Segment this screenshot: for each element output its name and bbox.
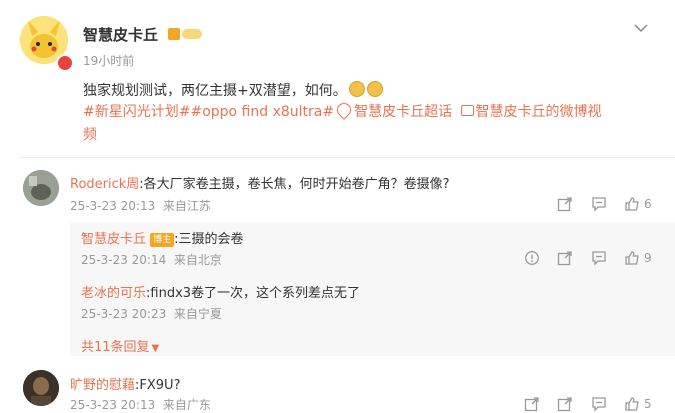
post-tags: #新星闪光计划##oppo find x8ultra# 智慧皮卡丘超话 智慧皮卡丘… [83, 100, 663, 147]
superchat-link[interactable]: 智慧皮卡丘超话 [354, 104, 452, 120]
comment-icon [592, 251, 606, 266]
post-text-line: 独家规划测试，两亿主摄+双潜望，如何。 [83, 80, 383, 100]
more-replies-link[interactable]: 共11条回复 ▼ [81, 336, 159, 355]
like-count: 6 [644, 197, 652, 211]
share-button[interactable] [524, 396, 540, 412]
comment-text: :FX9U? [135, 378, 181, 393]
reply-date: 25-3-23 20:23 [81, 307, 167, 321]
blogger-badge: 博主 [150, 232, 175, 247]
comment-line: Roderick周:各大厂家卷主摄，卷长焦，何时开始卷广角？卷摄像? [70, 173, 450, 192]
comment-author[interactable]: Roderick周 [70, 177, 139, 192]
comment-icon [592, 197, 606, 212]
comment-meta: 25-3-23 20:13 来自江苏 [70, 197, 211, 214]
video-link-continued[interactable]: 频 [83, 127, 97, 143]
reply-meta: 25-3-23 20:14 来自北京 [81, 251, 222, 268]
comment-line: 旷野的慰藉:FX9U? [70, 374, 180, 393]
reply-author[interactable]: 老冰的可乐 [81, 286, 146, 301]
like-button[interactable]: 5 [624, 396, 652, 412]
comment-icon [592, 397, 606, 412]
comment-date: 25-3-23 20:13 [70, 398, 156, 412]
commenter-avatar[interactable] [23, 370, 59, 406]
post-time: 19小时前 [83, 54, 135, 68]
comment-location: 来自江苏 [162, 199, 211, 213]
report-button[interactable] [524, 250, 540, 266]
post-text: 独家规划测试，两亿主摄+双潜望，如何。 [83, 83, 347, 99]
hashtag-links[interactable]: #新星闪光计划##oppo find x8ultra# [83, 104, 334, 120]
caret-down-icon: ▼ [151, 343, 160, 354]
video-icon [460, 105, 474, 116]
chevron-down-icon[interactable] [634, 18, 648, 33]
share-icon [557, 251, 572, 266]
thumbs-up-icon [625, 197, 639, 211]
more-replies-label: 共11条回复 [81, 340, 150, 355]
reply-button[interactable] [591, 396, 607, 412]
share-icon [557, 197, 572, 212]
comment-meta: 25-3-23 20:13 来自广东 [70, 396, 211, 413]
share-button[interactable] [557, 396, 573, 412]
share-icon [524, 397, 539, 412]
post-author-name[interactable]: 智慧皮卡丘 [83, 24, 158, 45]
verified-badge-icon [56, 54, 74, 72]
reply-line: 老冰的可乐:findx3卷了一次，这个系列差点无了 [81, 282, 360, 301]
reply-text: :三摄的会卷 [174, 232, 244, 247]
reply-meta: 25-3-23 20:23 来自宁夏 [81, 305, 222, 322]
superchat-icon [334, 100, 354, 120]
video-link[interactable]: 智慧皮卡丘的微博视 [476, 104, 602, 120]
reply-button[interactable] [591, 196, 607, 212]
reply-author[interactable]: 智慧皮卡丘 [81, 232, 146, 247]
like-button[interactable]: 9 [624, 250, 652, 266]
thumbs-up-icon [625, 397, 639, 411]
reply-location: 来自北京 [173, 253, 222, 267]
reply-text: :findx3卷了一次，这个系列差点无了 [146, 286, 361, 301]
reply-button[interactable] [591, 250, 607, 266]
emoji-icon [348, 81, 365, 97]
reply-line: 智慧皮卡丘 博主:三摄的会卷 [81, 228, 244, 247]
emoji-icon [366, 81, 383, 97]
share-button[interactable] [557, 250, 573, 266]
commenter-avatar[interactable] [23, 170, 59, 206]
like-count: 5 [644, 397, 652, 411]
reply-location: 来自宁夏 [173, 307, 222, 321]
comment-location: 来自广东 [162, 398, 211, 412]
divider [20, 157, 675, 158]
like-count: 9 [644, 251, 652, 265]
reply-date: 25-3-23 20:14 [81, 253, 167, 267]
share-icon [557, 397, 572, 412]
comment-text: :各大厂家卷主摄，卷长焦，何时开始卷广角？卷摄像? [139, 177, 450, 192]
comment-date: 25-3-23 20:13 [70, 199, 156, 213]
thumbs-up-icon [625, 251, 639, 265]
share-button[interactable] [557, 196, 573, 212]
alert-circle-icon [525, 251, 539, 265]
vip-level-badge-icon [168, 27, 204, 41]
like-button[interactable]: 6 [624, 196, 652, 212]
comment-author[interactable]: 旷野的慰藉 [70, 378, 135, 393]
